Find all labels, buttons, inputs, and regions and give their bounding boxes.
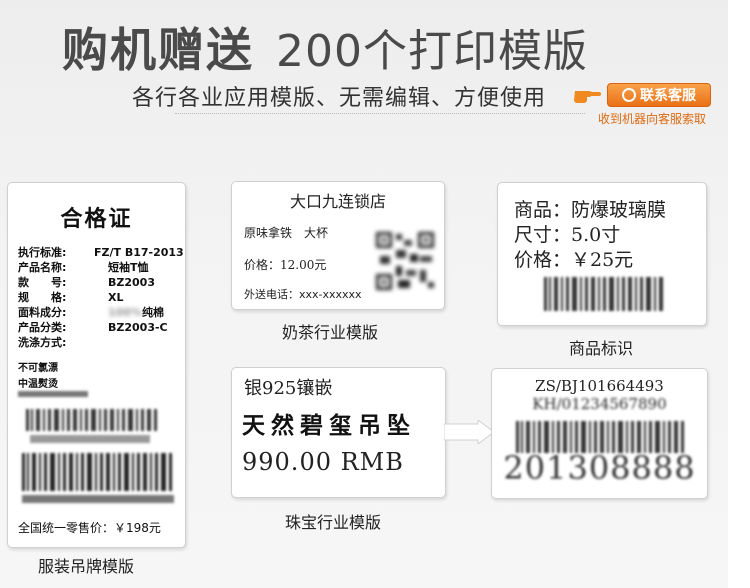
jewelry-price: 990.00 RMB	[242, 448, 404, 476]
tag-row: 规 格: XL	[18, 290, 184, 305]
tag-key: 执行标准:	[18, 246, 67, 259]
headline: 购机赠送 200个打印模版	[62, 14, 588, 80]
tag-row: 执行标准: FZ/T B17-2013	[18, 245, 184, 260]
tag-row: 产品分类: BZ2003-C	[18, 320, 184, 335]
caption-garment: 服装吊牌模版	[38, 557, 135, 576]
headline-templates: 200个打印模版	[276, 26, 588, 77]
contact-service-button[interactable]: 联系客服	[607, 83, 711, 107]
tag-row: 产品名称: 短袖T恤	[18, 260, 184, 275]
retail-price: 全国统一零售价：￥198元	[18, 521, 161, 535]
tea-item: 原味拿铁 大杯	[244, 226, 329, 240]
tag-fields: 执行标准: FZ/T B17-2013 产品名称: 短袖T恤 款 号: BZ2003 …	[18, 245, 184, 350]
tag-key: 洗涤方式:	[18, 336, 67, 349]
product-size: 尺寸：5.0寸	[514, 224, 621, 246]
contact-service-label: 联系客服	[640, 88, 696, 104]
tag-key: 产品名称:	[18, 261, 67, 274]
divider	[175, 113, 585, 114]
wash-instruction-1: 不可氯漂	[18, 363, 58, 374]
contact-note: 收到机器向客服索取	[598, 112, 707, 126]
tag-row: 洗涤方式:	[18, 335, 184, 350]
pointing-hand-icon	[574, 91, 601, 103]
tag-key: 款 号:	[18, 276, 67, 289]
serial-line-2: KH/01234567890	[532, 395, 667, 413]
product-label-card: 商品：防爆玻璃膜 尺寸：5.0寸 价格：￥25元	[497, 182, 707, 326]
tea-phone: 外送电话：xxx-xxxxxx	[244, 288, 362, 301]
product-price: 价格：￥25元	[514, 249, 634, 271]
tag-value: BZ2003	[108, 276, 155, 289]
tag-key: 规 格:	[18, 291, 67, 304]
garment-tag-card: 合格证 执行标准: FZ/T B17-2013 产品名称: 短袖T恤 款 号: BZ2…	[7, 182, 186, 548]
tag-value: XL	[108, 291, 124, 304]
tea-price: 价格：12.00元	[244, 258, 327, 272]
product-name: 商品：防爆玻璃膜	[514, 199, 667, 221]
milk-tea-card: 大口九连锁店 原味拿铁 大杯 价格：12.00元 外送电话：xxx-xxxxxx	[231, 181, 445, 310]
tag-value: BZ2003-C	[108, 321, 168, 334]
serial-card: ZS/BJ101664493 KH/01234567890 201308888	[491, 368, 708, 499]
tag-key: 面料成分:	[18, 306, 67, 319]
caption-milk-tea: 奶茶行业模版	[282, 323, 379, 342]
tag-value: 短袖T恤	[108, 261, 149, 274]
qr-code-icon	[374, 230, 436, 292]
jewelry-card: 银925镶嵌 天然碧玺吊坠 990.00 RMB	[231, 367, 446, 498]
headline-gift: 购机赠送	[62, 23, 254, 77]
tag-value: 纯棉	[141, 306, 164, 319]
blurred-percent: 100%	[108, 306, 142, 319]
jewelry-material: 银925镶嵌	[244, 378, 333, 399]
serial-line-1: ZS/BJ101664493	[535, 377, 664, 395]
tag-row: 款 号: BZ2003	[18, 275, 184, 290]
tag-row: 面料成分: 100% 纯棉	[18, 305, 184, 320]
connector-arrow	[444, 420, 494, 444]
subtitle: 各行各业应用模版、无需编辑、方便使用	[132, 86, 547, 111]
caption-product: 商品标识	[569, 339, 634, 358]
jewelry-name: 天然碧玺吊坠	[242, 412, 416, 439]
chat-icon	[622, 88, 636, 102]
blurred-barcode	[18, 391, 174, 503]
tag-key: 产品分类:	[18, 321, 67, 334]
tag-value: FZ/T B17-2013	[94, 246, 184, 259]
wash-instruction-2: 中温熨烫	[18, 379, 58, 390]
serial-number: 201308888	[503, 449, 696, 487]
tea-store-name: 大口九连锁店	[289, 192, 386, 211]
blurred-barcode	[544, 277, 663, 311]
tag-title: 合格证	[60, 207, 133, 232]
caption-jewelry: 珠宝行业模版	[285, 513, 382, 532]
